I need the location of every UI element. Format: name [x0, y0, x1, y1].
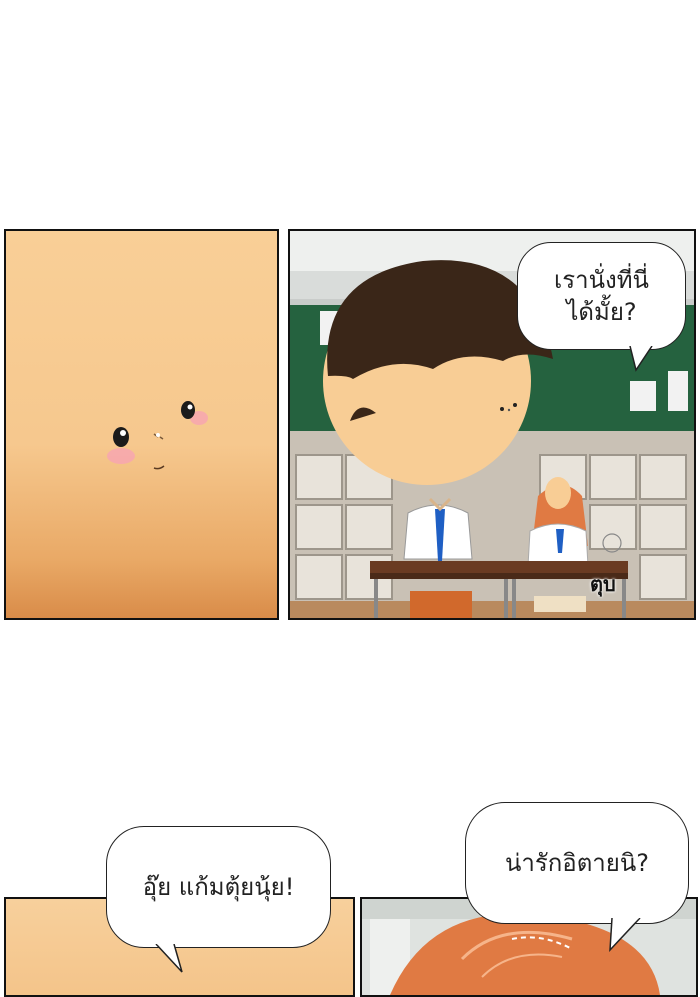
blushing-face-illustration: [107, 401, 208, 470]
speech-text: เรานั่งที่นี่ ได้มั้ย?: [554, 265, 649, 326]
speech-bubble-tail-icon: [155, 944, 183, 973]
speech-bubble-tail-icon: [609, 918, 641, 952]
speech-text: น่ารักอิตายนิ?: [505, 848, 649, 877]
speech-text: อุ๊ย แก้มตุ้ยนุ้ย!: [142, 872, 295, 901]
speech-bubble-chubby-cheeks: อุ๊ย แก้มตุ้ยนุ้ย!: [106, 826, 331, 948]
sound-effect-thud: ตุบ: [590, 572, 616, 596]
speech-bubble-so-cute: น่ารักอิตายนิ?: [465, 802, 689, 924]
speech-bubble-can-we-sit: เรานั่งที่นี่ ได้มั้ย?: [517, 242, 686, 350]
speech-bubble-tail-icon: [629, 346, 653, 372]
panel-face-closeup: [4, 229, 279, 620]
